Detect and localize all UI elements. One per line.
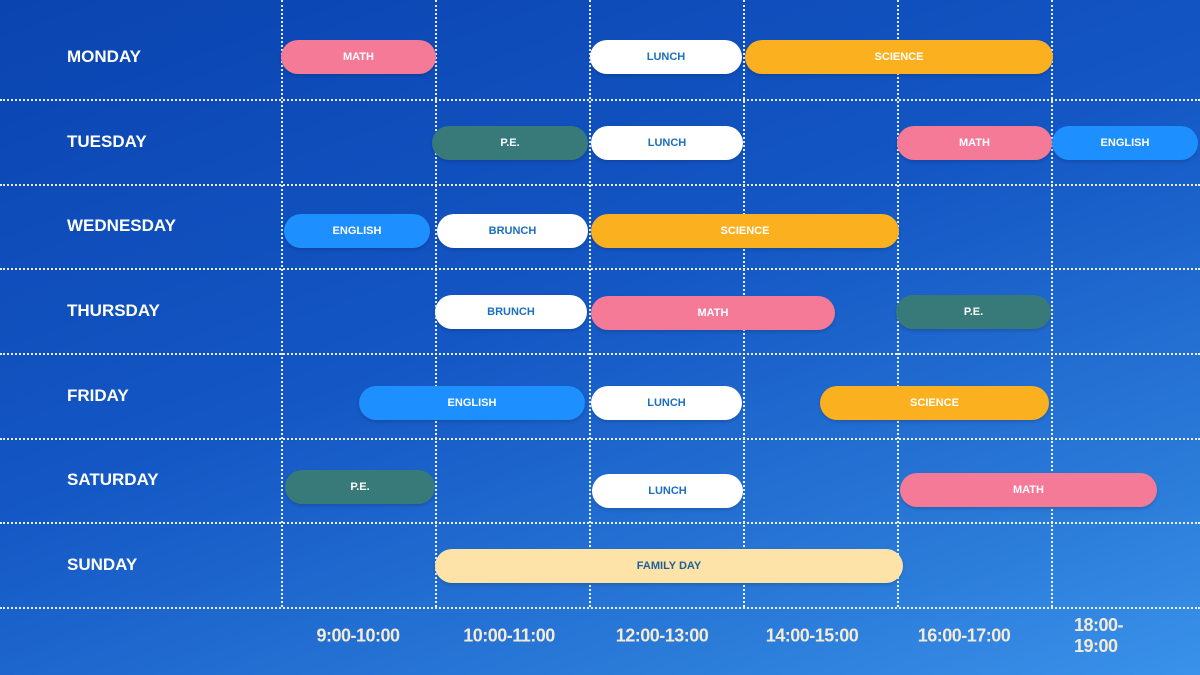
grid-row-divider [0, 353, 1200, 355]
event-science[interactable]: SCIENCE [591, 214, 899, 248]
time-slot-label: 18:00-19:00 [1074, 615, 1124, 656]
time-slot-label: 16:00-17:00 [917, 625, 1011, 646]
day-label: SATURDAY [67, 470, 159, 489]
event-math[interactable]: MATH [900, 473, 1157, 507]
day-label: MONDAY [67, 47, 141, 66]
grid-row-divider [0, 607, 1200, 609]
time-slot-label: 12:00-13:00 [615, 625, 709, 646]
event-p-e[interactable]: P.E. [285, 470, 435, 504]
event-english[interactable]: ENGLISH [284, 214, 430, 248]
event-p-e[interactable]: P.E. [896, 295, 1051, 329]
event-english[interactable]: ENGLISH [359, 386, 585, 420]
grid-row-divider [0, 522, 1200, 524]
event-math[interactable]: MATH [281, 40, 436, 74]
day-label: TUESDAY [67, 132, 147, 151]
event-brunch[interactable]: BRUNCH [435, 295, 587, 329]
event-p-e[interactable]: P.E. [432, 126, 588, 160]
event-math[interactable]: MATH [591, 296, 835, 330]
time-slot-label: 9:00-10:00 [316, 625, 400, 646]
grid-row-divider [0, 268, 1200, 270]
grid-column-divider [589, 0, 591, 607]
event-brunch[interactable]: BRUNCH [437, 214, 588, 248]
event-science[interactable]: SCIENCE [745, 40, 1053, 74]
event-lunch[interactable]: LUNCH [591, 386, 742, 420]
grid-column-divider [281, 0, 283, 607]
event-family-day[interactable]: FAMILY DAY [435, 549, 903, 583]
event-lunch[interactable]: LUNCH [590, 40, 742, 74]
day-label: SUNDAY [67, 555, 138, 574]
event-math[interactable]: MATH [897, 126, 1052, 160]
day-label: FRIDAY [67, 386, 129, 405]
grid-row-divider [0, 99, 1200, 101]
grid-row-divider [0, 438, 1200, 440]
time-slot-label: 14:00-15:00 [765, 625, 859, 646]
event-lunch[interactable]: LUNCH [591, 126, 743, 160]
day-label: THURSDAY [67, 301, 160, 320]
event-english[interactable]: ENGLISH [1052, 126, 1198, 160]
event-science[interactable]: SCIENCE [820, 386, 1049, 420]
event-lunch[interactable]: LUNCH [592, 474, 743, 508]
day-label: WEDNESDAY [67, 216, 176, 235]
grid-column-divider [1051, 0, 1053, 607]
time-slot-label: 10:00-11:00 [463, 625, 555, 646]
grid-row-divider [0, 184, 1200, 186]
